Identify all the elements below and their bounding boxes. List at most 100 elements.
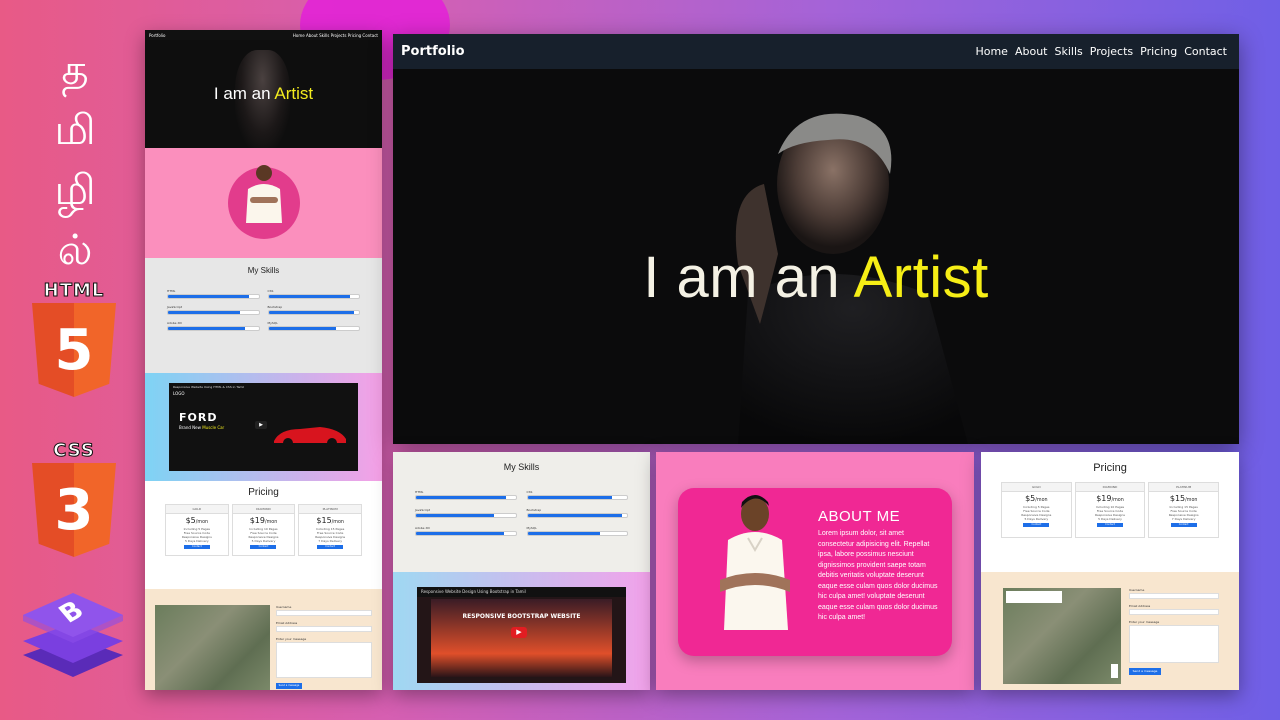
preview-hero-title: I am an Artist	[214, 84, 313, 104]
skill-progress-bar	[415, 513, 517, 518]
html5-logo: HTML 5	[32, 280, 116, 397]
skill-progress-fill	[416, 496, 506, 499]
skill-progress-fill	[168, 327, 245, 330]
plan-name: DIAMOND	[1075, 483, 1145, 492]
skill-item: Bootstrap	[267, 305, 360, 315]
plan-contact-button[interactable]: Contact	[183, 545, 210, 549]
plan-price: $5/mon	[1002, 494, 1071, 503]
css3-logo: CSS 3	[32, 440, 116, 557]
plan-contact-button[interactable]: Contact	[250, 545, 277, 549]
pricing-card: GOLD $5/mon Including 5 Pages Free Source C…	[165, 504, 229, 556]
nav-home[interactable]: Home	[975, 45, 1007, 58]
map-zoom-control[interactable]	[1111, 664, 1118, 678]
nav-skills[interactable]: Skills	[1054, 45, 1082, 58]
plan-contact-button[interactable]: Contact	[317, 545, 344, 549]
skill-progress-fill	[268, 295, 350, 298]
contact-section: Username Email Address Enter your messag…	[981, 572, 1239, 690]
skills-grid: HTML CSS JavaScript Bootstrap Adobe XD MySQL	[415, 490, 628, 536]
plan-name: GOLD	[166, 505, 228, 514]
skill-item: CSS	[267, 289, 360, 299]
preview-video-title: Responsive Website Using HTML & CSS in T…	[173, 385, 245, 389]
nav-about[interactable]: About	[1015, 45, 1048, 58]
skill-progress-fill	[527, 514, 623, 517]
plan-name: DIAMOND	[232, 505, 295, 514]
preview-map[interactable]	[155, 605, 270, 690]
preview-message-label: Enter your message	[276, 637, 307, 641]
skill-label: HTML	[167, 289, 176, 293]
plan-price-value: $19	[1096, 494, 1112, 503]
skill-progress-fill	[416, 532, 504, 535]
preview-skills-grid: HTML CSS JavaScript Bootstrap Adobe XD MySQL	[167, 289, 360, 331]
about-title: ABOUT ME	[818, 508, 901, 525]
map-embed[interactable]	[1003, 588, 1121, 684]
about-panel: ABOUT ME Lorem ipsum dolor, sit amet con…	[656, 452, 974, 690]
skill-item: HTML	[167, 289, 260, 299]
plan-feature: 7 Days Delivery	[318, 539, 343, 543]
skill-progress-fill	[416, 514, 494, 517]
preview-email-label: Email Address	[276, 621, 298, 625]
plan-price-unit: /mon	[265, 520, 278, 525]
plan-contact-button[interactable]: Contact	[1170, 523, 1197, 527]
plan-price-unit: /mon	[331, 520, 344, 525]
video-title: Responsive Website Design Using Bootstra…	[417, 587, 626, 597]
skill-progress-fill	[527, 496, 613, 499]
nav-contact[interactable]: Contact	[1184, 45, 1227, 58]
skill-progress-bar	[267, 326, 360, 331]
preview-send-button[interactable]: Send a message	[276, 683, 302, 689]
preview-nav-links[interactable]: Home About Skills Projects Pricing Conta…	[293, 33, 378, 38]
skill-progress-fill	[268, 327, 337, 330]
preview-contact-form: Username Email Address Enter your messag…	[276, 605, 372, 689]
skill-label: HTML	[415, 490, 424, 494]
email-label: Email Address	[1129, 604, 1151, 608]
plan-name: PLATINUM	[1149, 483, 1218, 492]
username-input[interactable]	[1129, 593, 1219, 599]
skill-item: Adobe XD	[415, 526, 517, 536]
preview-video-sub: Brand New	[179, 425, 201, 430]
skill-item: Adobe XD	[167, 321, 260, 331]
preview-message-input[interactable]	[276, 642, 372, 678]
send-message-button[interactable]: Send a message	[1129, 668, 1161, 675]
nav-projects[interactable]: Projects	[1090, 45, 1133, 58]
full-page-preview: Portfolio Home About Skills Projects Pri…	[145, 30, 382, 690]
plan-name: PLATINUM	[299, 505, 361, 514]
plan-price-value: $5	[185, 516, 196, 525]
skill-progress-fill	[527, 532, 601, 535]
preview-about-avatar	[227, 165, 300, 239]
preview-video-player[interactable]: Responsive Website Using HTML & CSS in T…	[169, 383, 358, 471]
skill-progress-fill	[168, 295, 250, 298]
email-input[interactable]	[1129, 609, 1219, 615]
preview-brand[interactable]: Portfolio	[149, 33, 165, 38]
plan-price-unit: /mon	[1185, 498, 1198, 503]
navbar: Portfolio Home About Skills Projects Pri…	[393, 34, 1239, 69]
nav-pricing[interactable]: Pricing	[1140, 45, 1177, 58]
pricing-title: Pricing	[1093, 462, 1127, 474]
plan-contact-button[interactable]: Contact	[1023, 523, 1050, 527]
pricing-grid: GOLD $5/mon Including 5 Pages Free Source C…	[1001, 482, 1219, 538]
skill-label: MySQL	[267, 321, 278, 325]
preview-email-input[interactable]	[276, 626, 372, 632]
skill-label: MySQL	[526, 526, 537, 530]
plan-feature: 5 Days Delivery	[1098, 517, 1122, 521]
youtube-play-icon[interactable]: ▶	[511, 627, 527, 638]
play-icon[interactable]: ▶	[255, 421, 267, 429]
plan-price-value: $15	[1169, 494, 1186, 503]
skill-progress-bar	[526, 531, 628, 536]
preview-username-input[interactable]	[276, 610, 372, 616]
html5-number: 5	[54, 317, 94, 383]
message-input[interactable]	[1129, 625, 1219, 663]
preview-video-sub-highlight: Muscle Car	[202, 425, 225, 430]
preview-navbar: Portfolio Home About Skills Projects Pri…	[145, 30, 382, 40]
html-word: HTML	[43, 280, 105, 302]
skill-progress-bar	[526, 513, 628, 518]
video-player[interactable]: Responsive Website Design Using Bootstra…	[417, 587, 626, 683]
skill-item: Bootstrap	[526, 508, 628, 518]
hero-title-prefix: I am an	[643, 245, 841, 310]
plan-contact-button[interactable]: Contact	[1096, 523, 1123, 527]
pricing-card: DIAMOND $19/mon Including 10 Pages Free Sou…	[231, 504, 296, 556]
skill-label: CSS	[267, 289, 274, 293]
skill-label: JavaScript	[167, 305, 183, 309]
red-car-icon	[274, 427, 346, 448]
preview-hero-prefix: I am an	[213, 84, 271, 103]
person-icon	[245, 165, 282, 223]
brand-logo[interactable]: Portfolio	[401, 44, 465, 59]
